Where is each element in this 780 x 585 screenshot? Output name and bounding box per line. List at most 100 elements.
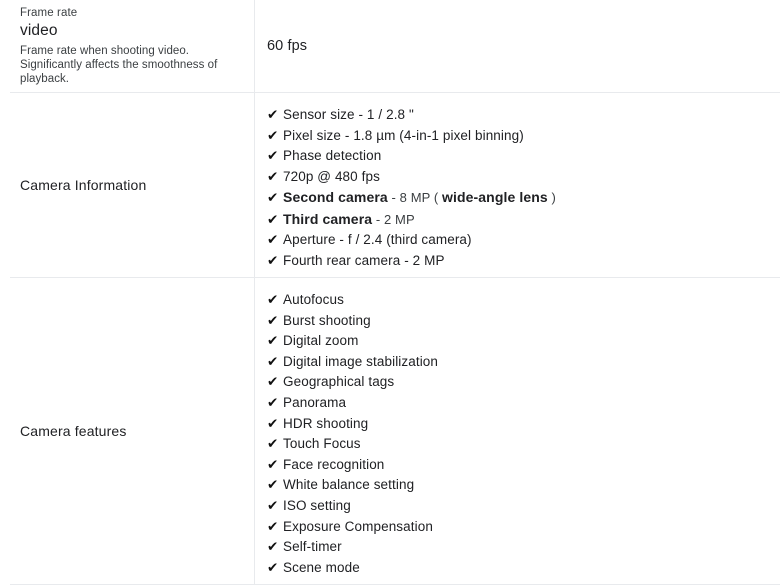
list-item: ✔ Burst shooting <box>267 311 770 332</box>
text-run: Pixel size - 1.8 µm (4-in-1 pixel binnin… <box>283 127 524 143</box>
spec-label-kicker: Frame rate <box>20 7 78 19</box>
text-run: Sensor size - 1 / 2.8 " <box>283 107 414 122</box>
text-run: 720p @ 480 fps <box>283 168 380 184</box>
check-icon: ✔ <box>267 168 279 185</box>
check-icon: ✔ <box>267 374 279 391</box>
list-item: ✔ Scene mode <box>267 558 770 579</box>
text-run: Digital image stabilization <box>283 353 439 369</box>
camera-feature-item-label: Digital zoom <box>283 331 358 352</box>
list-item: ✔ Digital zoom <box>267 331 770 352</box>
text-run: Exposure Compensation <box>283 518 433 534</box>
table-row: Frame rate video Frame rate when shootin… <box>10 0 780 93</box>
list-item: ✔ Autofocus <box>267 290 770 311</box>
spec-section-label: Camera Information <box>20 177 147 193</box>
list-item: ✔ Second camera - 8 MP ( wide-angle lens … <box>267 187 770 209</box>
text-run: Second camera <box>283 189 388 205</box>
camera-feature-item-label: Self-timer <box>283 537 342 558</box>
text-run: - 8 MP ( <box>387 190 443 205</box>
camera-feature-item-label: Burst shooting <box>283 311 371 332</box>
text-run: Scene mode <box>283 559 360 575</box>
list-item: ✔ Phase detection <box>267 146 770 167</box>
camera-information-item-label: Pixel size - 1.8 µm (4-in-1 pixel binnin… <box>283 126 524 147</box>
list-item: ✔ Fourth rear camera - 2 MP <box>267 251 770 272</box>
spec-value-cell: 60 fps <box>255 0 780 92</box>
list-item: ✔ White balance setting <box>267 475 770 496</box>
spec-label-cell: Frame rate video Frame rate when shootin… <box>10 0 255 92</box>
check-icon: ✔ <box>267 353 279 370</box>
table-row: Camera Information ✔ Sensor size - 1 / 2.… <box>10 93 780 278</box>
text-run: Aperture - f / 2.4 (third camera) <box>283 232 472 247</box>
list-item: ✔ 720p @ 480 fps <box>267 167 770 188</box>
camera-feature-item-label: Touch Focus <box>283 434 361 455</box>
check-icon: ✔ <box>267 232 279 248</box>
list-item: ✔ Geographical tags <box>267 372 770 393</box>
check-icon: ✔ <box>267 107 279 123</box>
camera-information-item-label: 720p @ 480 fps <box>283 167 380 188</box>
check-icon: ✔ <box>267 292 279 308</box>
camera-feature-item-label: HDR shooting <box>283 414 368 435</box>
list-item: ✔ Face recognition <box>267 455 770 476</box>
check-icon: ✔ <box>267 148 279 164</box>
text-run: Fourth rear camera - 2 MP <box>283 252 445 268</box>
spec-label-cell: Camera features <box>10 278 255 585</box>
spec-label-description: Frame rate when shooting video. Signific… <box>20 45 218 85</box>
list-item: ✔ Panorama <box>267 393 770 414</box>
text-run: - 2 MP <box>372 211 415 227</box>
text-run: ISO setting <box>283 497 351 513</box>
text-run: Third camera <box>283 210 373 227</box>
list-item: ✔ Aperture - f / 2.4 (third camera) <box>267 230 770 251</box>
camera-feature-item-label: Autofocus <box>283 290 344 311</box>
camera-feature-item-label: Scene mode <box>283 558 360 579</box>
list-item: ✔ ISO setting <box>267 496 770 517</box>
text-run: Geographical tags <box>283 374 395 390</box>
text-run: Burst shooting <box>283 312 371 328</box>
spec-value-cell: ✔ Autofocus ✔ Burst shooting ✔ Digital zoom ✔ D… <box>255 278 780 584</box>
camera-features-list: ✔ Autofocus ✔ Burst shooting ✔ Digital zoom ✔ D… <box>267 290 770 578</box>
list-item: ✔ Pixel size - 1.8 µm (4-in-1 pixel binni… <box>267 126 770 147</box>
camera-information-list: ✔ Sensor size - 1 / 2.8 " ✔ Pixel size - 1.… <box>267 105 770 271</box>
camera-feature-item-label: Geographical tags <box>283 372 394 393</box>
text-run: Autofocus <box>283 292 344 307</box>
camera-information-item-label: Third camera - 2 MP <box>283 209 415 231</box>
list-item: ✔ Touch Focus <box>267 434 770 455</box>
camera-information-item-label: Phase detection <box>283 146 381 167</box>
text-run: Phase detection <box>283 148 382 163</box>
check-icon: ✔ <box>267 312 279 329</box>
camera-feature-item-label: White balance setting <box>283 475 414 496</box>
text-run: Touch Focus <box>283 436 361 452</box>
check-icon: ✔ <box>267 497 279 514</box>
list-item: ✔ Digital image stabilization <box>267 352 770 373</box>
camera-feature-item-label: ISO setting <box>283 496 351 517</box>
spec-value-cell: ✔ Sensor size - 1 / 2.8 " ✔ Pixel size - 1.… <box>255 93 780 277</box>
list-item: ✔ Third camera - 2 MP <box>267 209 770 231</box>
check-icon: ✔ <box>267 333 279 350</box>
check-icon: ✔ <box>267 190 279 206</box>
camera-information-item-label: Second camera - 8 MP ( wide-angle lens ) <box>283 187 556 209</box>
check-icon: ✔ <box>267 436 279 453</box>
spec-section-label: Camera features <box>20 423 127 440</box>
check-icon: ✔ <box>267 394 279 411</box>
camera-information-item-label: Sensor size - 1 / 2.8 " <box>283 105 414 126</box>
list-item: ✔ Self-timer <box>267 537 770 558</box>
text-run: Digital zoom <box>283 333 359 349</box>
text-run: HDR shooting <box>283 415 369 431</box>
text-run: Face recognition <box>283 456 385 472</box>
check-icon: ✔ <box>267 477 279 494</box>
table-row: Camera features ✔ Autofocus ✔ Burst shootin… <box>10 278 780 585</box>
check-icon: ✔ <box>267 559 279 576</box>
camera-feature-item-label: Panorama <box>283 393 346 414</box>
camera-information-item-label: Fourth rear camera - 2 MP <box>283 251 445 272</box>
spec-label-cell: Camera Information <box>10 93 255 277</box>
text-run: Panorama <box>283 394 347 410</box>
text-run: White balance setting <box>283 477 415 493</box>
spec-value-text: 60 fps <box>267 38 308 54</box>
text-run: wide-angle lens <box>442 189 548 205</box>
text-run: ) <box>547 190 556 205</box>
check-icon: ✔ <box>267 211 279 228</box>
check-icon: ✔ <box>267 252 279 269</box>
camera-feature-item-label: Digital image stabilization <box>283 352 438 373</box>
check-icon: ✔ <box>267 539 279 556</box>
spec-label-title: video <box>20 22 58 39</box>
list-item: ✔ HDR shooting <box>267 414 770 435</box>
list-item: ✔ Sensor size - 1 / 2.8 " <box>267 105 770 126</box>
